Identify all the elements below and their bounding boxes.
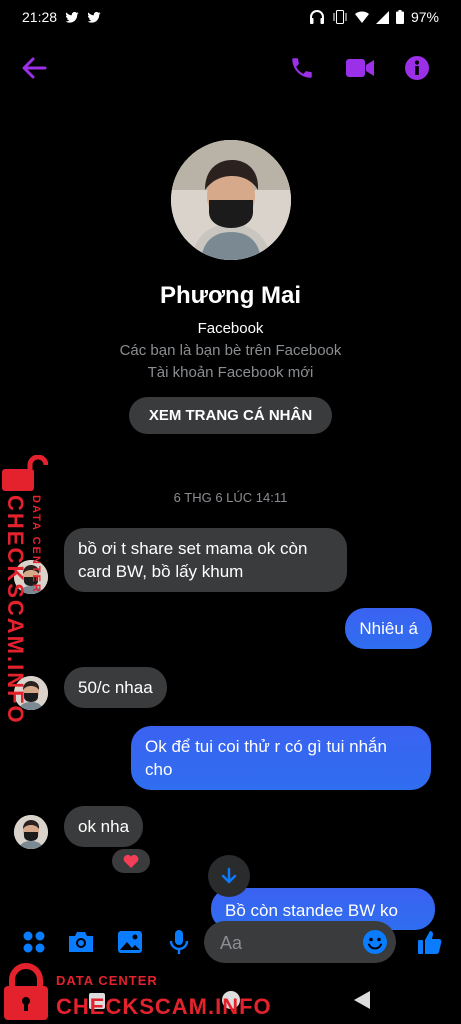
info-button[interactable] (403, 54, 431, 82)
message-bubble-outgoing[interactable]: Nhiêu á (345, 608, 432, 649)
friends-note: Các bạn là bạn bè trên Facebook (119, 342, 342, 359)
thumbs-up-icon (418, 931, 442, 954)
message-bubble-incoming[interactable]: bồ ơi t share set mama ok còn card BW, b… (64, 528, 347, 592)
view-profile-button[interactable]: XEM TRANG CÁ NHÂN (128, 397, 333, 434)
back-arrow-icon (22, 57, 47, 79)
padlock-icon (2, 455, 48, 491)
message-bubble-incoming[interactable]: ok nha (64, 806, 144, 847)
battery-level: 97% (410, 9, 439, 25)
profile-source: Facebook (197, 320, 264, 337)
message-input-box[interactable] (204, 921, 396, 963)
sender-avatar[interactable] (14, 815, 48, 849)
message-bubble-incoming[interactable]: 50/c nhaa (64, 667, 167, 708)
voice-record-button[interactable] (165, 928, 193, 956)
video-camera-icon (346, 59, 374, 77)
signal-icon (375, 10, 389, 24)
watermark-bottom: DATA CENTER CHECKSCAM.INFO (0, 960, 300, 1024)
watermark-side: CHECKSCAM.INFO DATA CENTER (2, 455, 52, 725)
person-photo-icon (14, 815, 48, 849)
back-button[interactable] (20, 54, 48, 82)
person-photo-icon (170, 140, 291, 260)
heart-icon (123, 854, 139, 868)
triangle-back-icon (354, 991, 370, 1009)
gallery-button[interactable] (116, 928, 144, 956)
status-time: 21:28 (22, 9, 58, 25)
headphones-icon (309, 10, 324, 24)
voice-call-button[interactable] (288, 54, 316, 82)
wifi-icon (354, 11, 369, 23)
profile-section: Phương Mai Facebook Các bạn là bạn bè tr… (0, 140, 461, 434)
emoji-icon[interactable] (362, 929, 388, 955)
info-icon (405, 56, 429, 80)
watermark-label: DATA CENTER (30, 495, 42, 594)
watermark-text: CHECKSCAM.INFO (56, 994, 272, 1019)
camera-button[interactable] (67, 928, 95, 956)
message-input[interactable] (218, 929, 362, 957)
message-bubble-outgoing[interactable]: Ok để tui coi thử r có gì tui nhắn cho (131, 726, 431, 790)
watermark-text: CHECKSCAM.INFO (3, 495, 28, 725)
more-actions-button[interactable] (20, 928, 48, 956)
camera-icon (69, 932, 93, 952)
watermark-label: DATA CENTER (56, 973, 158, 988)
four-dots-icon (23, 931, 45, 953)
profile-avatar[interactable] (170, 140, 291, 260)
twitter-icon (65, 11, 79, 23)
scroll-to-bottom-button[interactable] (208, 855, 250, 897)
twitter-icon (87, 11, 101, 23)
video-call-button[interactable] (345, 54, 375, 82)
account-note: Tài khoản Facebook mới (147, 364, 314, 381)
status-bar: 21:28 97% (0, 0, 461, 34)
microphone-icon (169, 930, 189, 954)
back-nav-button[interactable] (352, 990, 372, 1015)
image-icon (118, 931, 142, 953)
phone-icon (292, 58, 312, 78)
battery-icon (395, 10, 404, 24)
message-date: 6 THG 6 LÚC 14:11 (173, 490, 288, 505)
chat-header (0, 44, 461, 92)
arrow-down-icon (221, 867, 237, 884)
vibrate-icon (333, 10, 347, 24)
like-button[interactable] (416, 928, 444, 956)
message-reaction[interactable] (112, 849, 150, 873)
contact-name: Phương Mai (159, 282, 302, 309)
padlock-icon (4, 963, 48, 1020)
